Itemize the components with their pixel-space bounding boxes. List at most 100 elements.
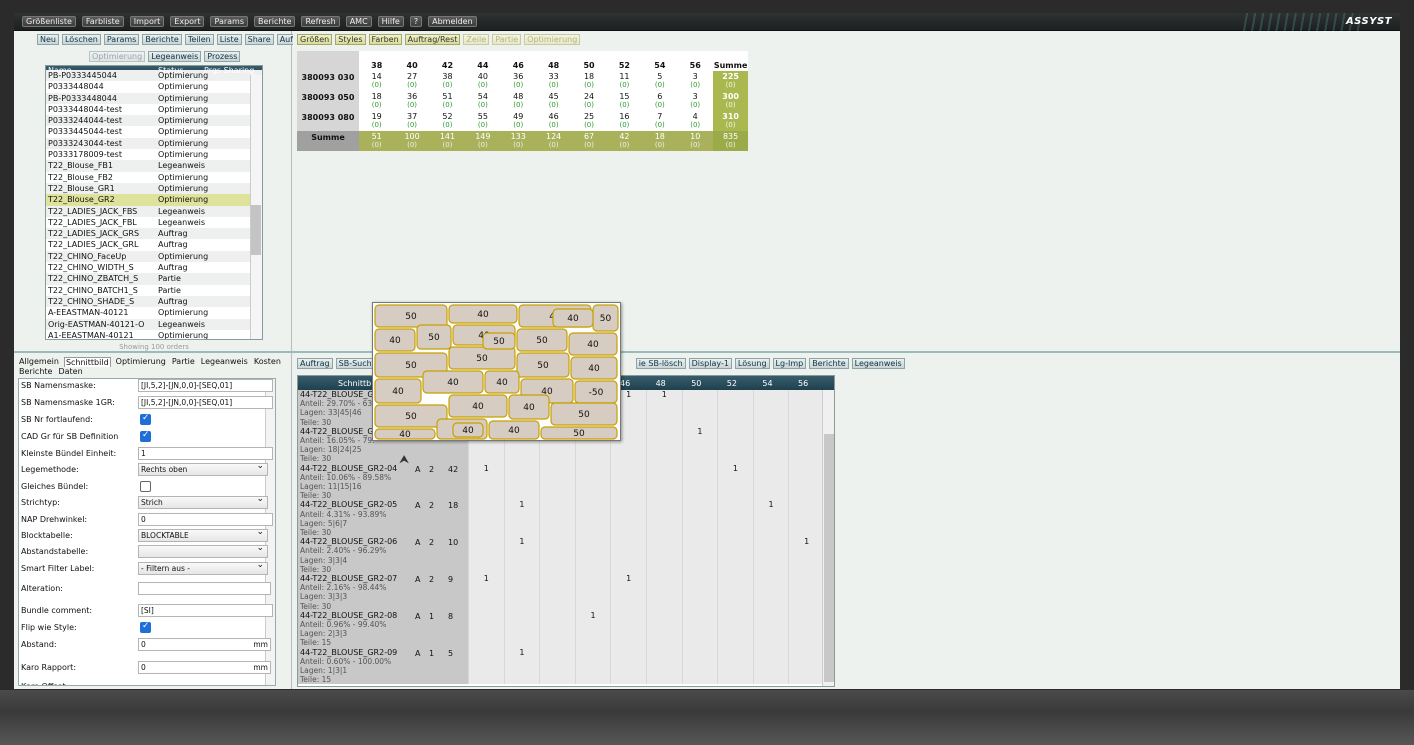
order-row[interactable]: T22_CHINO_WIDTH_S Auftrag (46, 262, 262, 273)
order-row[interactable]: P0333445044-test Optimierung (46, 126, 262, 137)
size-cell[interactable]: 15 (0) (606, 91, 643, 111)
tab-schnittbild[interactable]: Schnittbild (63, 357, 111, 367)
order-row[interactable]: P0333244044-test Optimierung (46, 115, 262, 127)
order-row[interactable]: T22_CHINO_BATCH1_S Partie (46, 285, 262, 296)
size-cell[interactable]: 46 (0) (535, 111, 572, 131)
order-row[interactable]: T22_LADIES_JACK_GRL Auftrag (46, 239, 262, 250)
size-count-cell[interactable] (503, 610, 540, 648)
size-count-cell[interactable] (752, 463, 789, 501)
teilen-button[interactable]: Teilen (184, 34, 214, 45)
display-1-button[interactable]: Display-1 (688, 358, 732, 369)
order-row[interactable]: T22_Blouse_FB2 Optimierung (46, 172, 262, 183)
optimierung-button[interactable]: Optimierung (89, 51, 146, 62)
menu-abmelden[interactable]: Abmelden (428, 16, 477, 27)
size-cell[interactable]: 4 (0) (677, 111, 713, 131)
size-count-cell[interactable] (788, 426, 824, 464)
size-count-cell[interactable] (468, 647, 504, 685)
size-cell[interactable]: 3 (0) (677, 71, 713, 91)
size-count-cell[interactable] (574, 537, 611, 574)
size-cell[interactable]: 7 (0) (642, 111, 678, 131)
size-count-cell[interactable] (539, 463, 575, 501)
size-cell[interactable]: 25 (0) (571, 111, 607, 131)
tab-daten[interactable]: Daten (57, 367, 83, 376)
size-header[interactable]: 54 (642, 51, 678, 71)
size-cell[interactable]: 48 (0) (500, 91, 536, 111)
size-count-cell[interactable] (752, 537, 789, 574)
size-count-cell[interactable]: 1 (717, 463, 753, 501)
size-count-cell[interactable] (539, 573, 575, 611)
size-header[interactable]: 56 (677, 51, 713, 71)
size-count-cell[interactable]: 1 (788, 537, 824, 574)
size-count-cell[interactable] (610, 500, 646, 538)
size-header[interactable]: 46 (500, 51, 536, 71)
size-count-cell[interactable] (468, 610, 504, 648)
menu-berichte[interactable]: Berichte (254, 16, 296, 27)
size-count-cell[interactable]: 1 (468, 463, 504, 501)
size-col-header[interactable]: 52 (727, 379, 737, 388)
size-count-cell[interactable] (645, 573, 682, 611)
size-col-header[interactable]: 54 (762, 379, 772, 388)
menu-größenliste[interactable]: Größenliste (22, 16, 76, 27)
size-count-cell[interactable] (539, 537, 575, 574)
size-count-cell[interactable] (574, 647, 611, 685)
sb-nr-fortlaufend-checkbox[interactable] (140, 413, 151, 425)
size-cell[interactable]: 51 (0) (429, 91, 466, 111)
size-count-cell[interactable] (645, 500, 682, 538)
size-count-cell[interactable] (645, 537, 682, 574)
size-count-cell[interactable] (610, 463, 646, 501)
size-count-cell[interactable] (788, 463, 824, 501)
tab-allgemein[interactable]: Allgemein (18, 357, 60, 367)
menu-farbliste[interactable]: Farbliste (81, 16, 124, 27)
size-cell[interactable]: 33 (0) (535, 71, 572, 91)
flip-wie-style-checkbox[interactable] (140, 621, 151, 633)
order-row[interactable]: T22_CHINO_SHADE_S Auftrag (46, 295, 262, 308)
order-row[interactable]: T22_Blouse_FB1 Legeanweis (46, 160, 262, 172)
size-header[interactable]: 42 (429, 51, 466, 71)
schnittbild-row[interactable]: 44-T22_BLOUSE_GR2-07 Anteil: 2.16% - 98.4… (298, 573, 834, 611)
menu-[interactable]: ? (409, 16, 423, 27)
size-cell[interactable]: 37 (0) (394, 111, 430, 131)
size-count-cell[interactable] (717, 573, 753, 611)
size-count-cell[interactable] (539, 500, 575, 538)
size-cell[interactable]: 36 (0) (394, 91, 430, 111)
size-header[interactable]: 52 (606, 51, 643, 71)
size-header[interactable]: 48 (535, 51, 572, 71)
size-cell[interactable]: 27 (0) (394, 71, 430, 91)
order-row[interactable]: PB-P0333445044 Optimierung (46, 70, 262, 82)
size-cell[interactable]: 14 (0) (359, 71, 395, 91)
size-count-cell[interactable] (717, 426, 753, 464)
size-count-cell[interactable]: 1 (574, 610, 611, 648)
schnittbild-scroll-thumb[interactable] (824, 434, 834, 682)
lösung-button[interactable]: Lösung (734, 358, 770, 369)
alteration-input[interactable] (138, 582, 271, 595)
neu-button[interactable]: Neu (37, 34, 59, 45)
size-count-cell[interactable] (645, 647, 682, 685)
params-button[interactable]: Params (103, 34, 140, 45)
size-count-cell[interactable] (539, 610, 575, 648)
order-row[interactable]: T22_LADIES_JACK_FBL Legeanweis (46, 217, 262, 228)
size-count-cell[interactable]: 1 (503, 500, 540, 538)
color-label[interactable]: 380093 030 (297, 71, 359, 91)
share-button[interactable]: Share (244, 34, 274, 45)
zeile-button[interactable]: Zeile (463, 34, 490, 45)
optimierung-button[interactable]: Optimierung (524, 34, 581, 45)
tab-optimierung[interactable]: Optimierung (115, 357, 167, 367)
strichtyp-select[interactable]: Strich (138, 494, 268, 509)
size-count-cell[interactable] (788, 390, 824, 427)
abstandstabelle-select[interactable] (138, 543, 268, 558)
order-row[interactable]: T22_LADIES_JACK_GRS Auftrag (46, 228, 262, 240)
size-count-cell[interactable] (681, 537, 718, 574)
color-label[interactable]: 380093 050 (297, 91, 359, 111)
size-count-cell[interactable]: 1 (503, 647, 540, 685)
schnittbild-scrollbar[interactable] (822, 390, 834, 686)
size-count-cell[interactable] (681, 390, 718, 427)
size-count-cell[interactable] (717, 610, 753, 648)
size-count-cell[interactable] (681, 647, 718, 685)
liste-button[interactable]: Liste (216, 34, 242, 45)
col-schnittbild[interactable]: Schnittbi (338, 379, 373, 388)
farben-button[interactable]: Farben (368, 34, 402, 45)
schnittbild-row[interactable]: 44-T22_BLOUSE_GR2-05 Anteil: 4.31% - 93.8… (298, 500, 834, 538)
prozess-button[interactable]: Prozess (204, 51, 241, 62)
schnittbild-row[interactable]: 44-T22_BLOUSE_GR2-08 Anteil: 0.96% - 99.4… (298, 610, 834, 648)
legeanweis-button[interactable]: Legeanweis (148, 51, 202, 62)
